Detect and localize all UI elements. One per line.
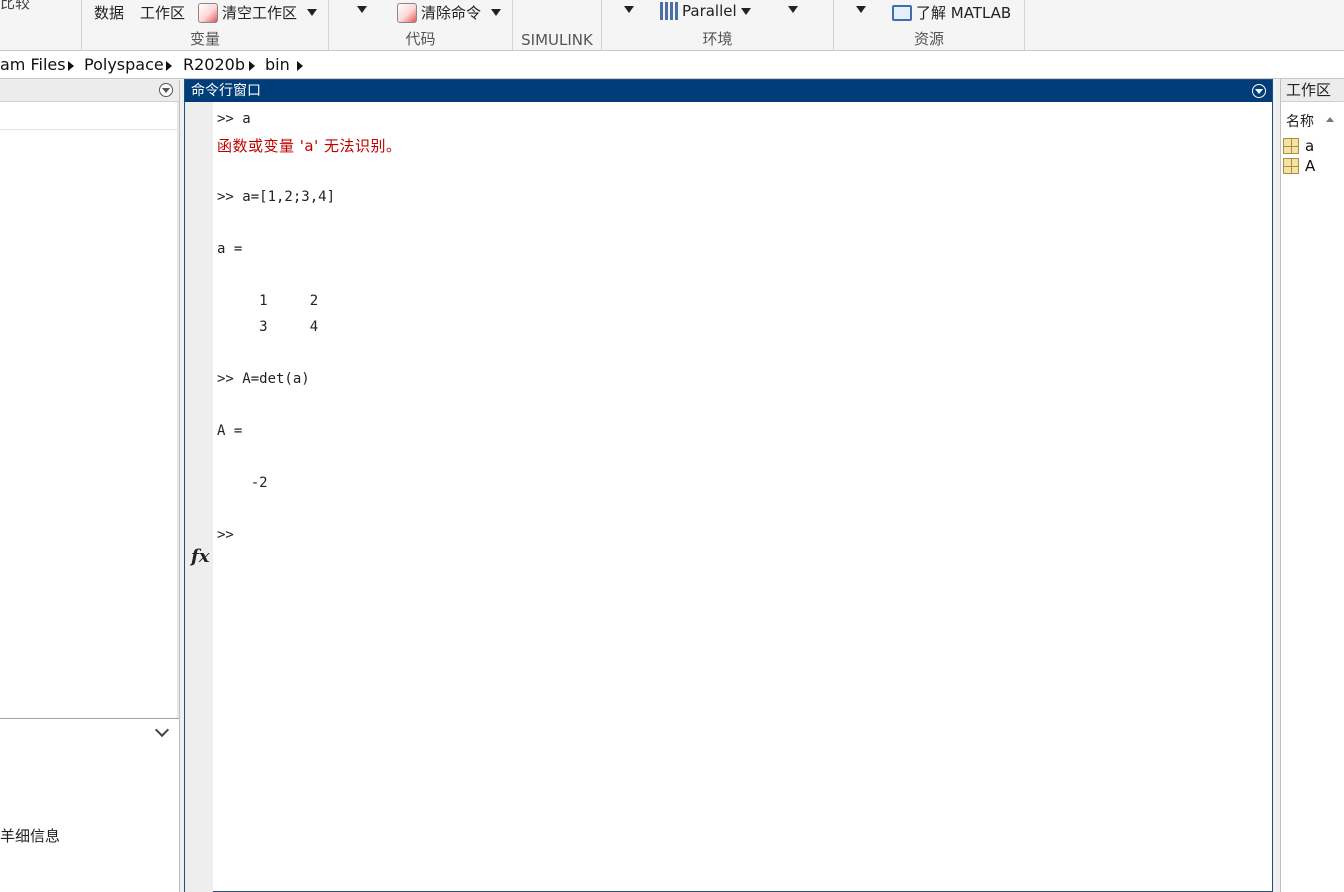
dropdown-caret-icon	[624, 6, 634, 13]
toolstrip: 比较 数据 工作区 清空工作区 变量 清除命令 代码 SIMULINK Para…	[0, 0, 1344, 51]
file-list-scrollbar[interactable]	[177, 102, 179, 718]
command-window-gutter: fx	[185, 102, 213, 892]
command-window-titlebar: 命令行窗口	[185, 80, 1272, 102]
command-line-output: a =	[217, 241, 243, 257]
file-group	[0, 0, 82, 50]
simulink-group-label: SIMULINK	[521, 31, 593, 49]
clear-workspace-label: 清空工作区	[222, 4, 298, 22]
command-window[interactable]: 命令行窗口 fx >> a 函数或变量 'a' 无法识别。 >> a=[1,2;…	[184, 79, 1273, 892]
name-column-header[interactable]: 名称	[1286, 111, 1314, 131]
workspace-label: 工作区	[140, 4, 186, 22]
learn-matlab-button[interactable]: 了解 MATLAB	[892, 2, 1011, 23]
parallel-button[interactable]: Parallel	[660, 2, 751, 20]
dropdown-caret-icon	[856, 6, 866, 13]
learn-matlab-label: 了解 MATLAB	[916, 4, 1012, 22]
eraser-icon	[397, 2, 417, 23]
data-label: 数据	[94, 4, 125, 22]
code-group: 清除命令 代码	[329, 0, 513, 50]
workspace-title: 工作区	[1281, 79, 1344, 102]
matrix-variable-icon	[1283, 158, 1299, 174]
chevron-down-icon[interactable]	[154, 722, 170, 738]
clear-commands-label: 清除命令	[421, 4, 482, 22]
command-line-output: -2	[217, 475, 268, 491]
dropdown-caret-icon	[788, 6, 798, 13]
eraser-icon	[198, 2, 218, 23]
learn-matlab-icon	[892, 4, 912, 21]
dropdown-caret-icon[interactable]	[307, 9, 318, 16]
breadcrumb-bin[interactable]: bin	[265, 55, 290, 74]
parallel-icon	[660, 2, 678, 20]
command-prompt[interactable]: >>	[217, 527, 234, 543]
resources-group-label: 资源	[913, 30, 944, 48]
clear-commands-button[interactable]: 清除命令	[397, 2, 502, 23]
command-line-output: A =	[217, 423, 243, 439]
breadcrumb-arrow-icon[interactable]	[249, 61, 255, 71]
environment-group: Parallel 环境	[602, 0, 834, 50]
layout-dropdown-button[interactable]	[788, 6, 798, 13]
clear-workspace-button[interactable]: 清空工作区	[198, 2, 318, 23]
simulink-group: SIMULINK	[513, 0, 602, 50]
breadcrumb-arrow-icon[interactable]	[297, 61, 303, 71]
command-line-input: >> a	[217, 111, 251, 127]
command-line-output: 3 4	[217, 319, 319, 335]
address-bar: am Files Polyspace R2020b bin	[0, 51, 1344, 79]
workspace-variable-row[interactable]: a	[1283, 137, 1314, 155]
workspace-panel: 工作区 名称 a A	[1280, 79, 1344, 892]
variable-group-label: 变量	[189, 30, 220, 48]
fx-icon[interactable]: fx	[191, 546, 209, 567]
details-placeholder-text: 羊细信息	[0, 827, 61, 845]
command-line-input: >> A=det(a)	[217, 371, 310, 387]
variable-group: 数据 工作区 清空工作区 变量	[82, 0, 329, 50]
breadcrumb-program-files[interactable]: am Files	[0, 55, 66, 74]
workspace-variable-row[interactable]: A	[1283, 157, 1315, 175]
data-button[interactable]: 数据	[94, 2, 124, 23]
command-line-error: 函数或变量 'a' 无法识别。	[217, 137, 402, 155]
breadcrumb-arrow-icon[interactable]	[166, 61, 172, 71]
matrix-variable-icon	[1283, 138, 1299, 154]
dropdown-caret-icon[interactable]	[491, 9, 502, 16]
current-folder-panel: 羊细信息	[0, 80, 180, 892]
resources-group: 了解 MATLAB 资源	[834, 0, 1025, 50]
help-dropdown-button[interactable]	[856, 6, 866, 13]
breadcrumb-r2020b[interactable]: R2020b	[183, 55, 245, 74]
code-dropdown-button[interactable]	[357, 6, 367, 13]
environment-dropdown-button[interactable]	[624, 6, 634, 13]
command-window-title: 命令行窗口	[191, 83, 261, 99]
sort-ascending-icon[interactable]	[1326, 117, 1334, 122]
details-panel-header[interactable]	[0, 718, 179, 745]
command-line-output: 1 2	[217, 293, 319, 309]
current-folder-header	[0, 80, 179, 102]
dropdown-caret-icon	[357, 6, 367, 13]
file-list-header-divider	[0, 129, 179, 130]
breadcrumb-polyspace[interactable]: Polyspace	[84, 55, 164, 74]
parallel-label: Parallel	[682, 2, 737, 20]
breadcrumb-arrow-icon[interactable]	[68, 61, 74, 71]
workspace-variable-name: A	[1305, 157, 1316, 175]
panel-menu-icon[interactable]	[1252, 84, 1266, 98]
workspace-variable-name: a	[1305, 137, 1315, 155]
environment-group-label: 环境	[702, 30, 733, 48]
workspace-button[interactable]: 工作区	[140, 2, 185, 23]
panel-menu-icon[interactable]	[159, 83, 173, 97]
code-group-label: 代码	[405, 30, 436, 48]
dropdown-caret-icon[interactable]	[740, 7, 751, 15]
command-line-input: >> a=[1,2;3,4]	[217, 189, 336, 205]
